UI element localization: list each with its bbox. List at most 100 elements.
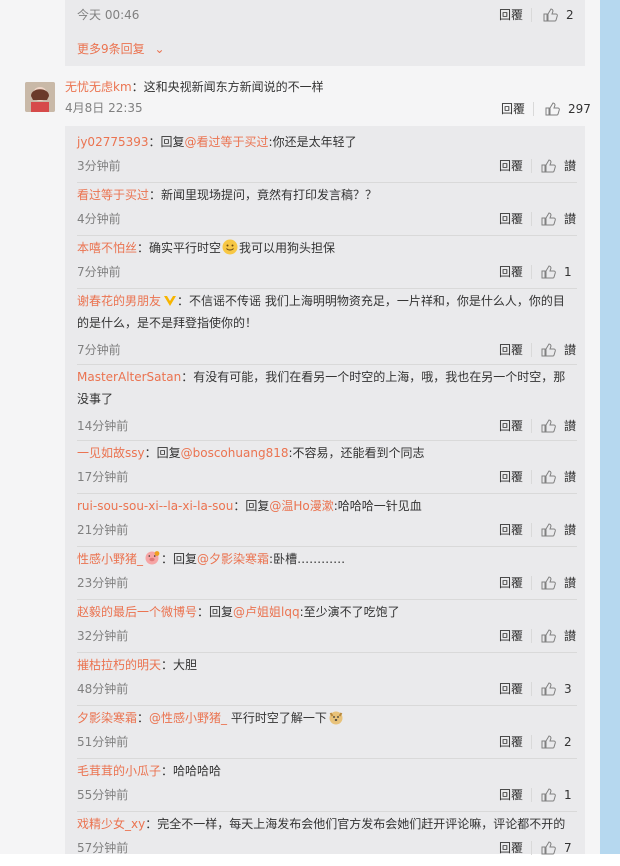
reply-body-rest: :不容易，还能看到个同志 [288,446,425,460]
reply-body-rest: :至少演不了吃饱了 [299,605,400,619]
thumbs-up-icon [545,102,560,116]
divider [531,682,532,696]
mention-link[interactable]: @性感小野猪_ [149,711,227,725]
like-button[interactable]: 2 [541,734,572,750]
like-button[interactable]: 讃 [541,211,576,227]
like-button[interactable]: 3 [541,681,572,697]
reply-body-rest: :你还是太年轻了 [268,135,357,149]
row-separator [77,705,577,706]
reply-username[interactable]: 摧枯拉朽的明天 [77,658,161,672]
thumbs-up-icon [541,576,556,590]
divider [531,841,532,855]
mention-link[interactable]: @卢姐姐lqq [233,605,300,619]
more-replies-label: 更多9条回复 [77,42,145,56]
reply-item: MasterAlterSatan：有没有可能，我们在看另一个时空的上海，哦，我也… [77,366,577,442]
reply-time: 14分钟前 [77,419,129,433]
like-button[interactable]: 讃 [541,158,576,174]
mention-link[interactable]: @温Ho漫漱 [269,499,333,513]
reply-username[interactable]: 本嘻不怕丝 [77,241,137,255]
reply-item: 戏精少女_xy：完全不一样，每天上海发布会他们官方发布会她们赶开评论嘛，评论都不… [77,813,577,866]
comment-username[interactable]: 无忧无虑km [65,80,132,94]
like-button[interactable]: 2 [543,7,574,23]
reply-item: 性感小野猪_ ：回复@夕影染寒霜:卧槽………… 23分钟前 回覆 讃 [77,548,577,601]
divider [531,419,532,433]
thumbs-up-icon [541,788,556,802]
like-button[interactable]: 讃 [541,342,576,358]
like-button[interactable]: 讃 [541,522,576,538]
mention-link[interactable]: @看过等于买过 [185,135,269,149]
reply-item: 本嘻不怕丝：确实平行时空 我可以用狗头担保 7分钟前 回覆 1 [77,237,577,290]
reply-text: rui-sou-sou-xi--la-xi-la-sou：回复@温Ho漫漱:哈哈… [77,495,422,517]
reply-username[interactable]: MasterAlterSatan [77,370,181,384]
thumbs-up-icon [541,735,556,749]
reply-text: 毛茸茸的小瓜子：哈哈哈哈 [77,760,221,782]
reply-body: ：哈哈哈哈 [161,764,222,778]
thumbs-up-icon [541,265,556,279]
reply-body: ： [137,711,150,725]
reply-body-rest: :卧槽………… [269,552,346,566]
reply-username[interactable]: rui-sou-sou-xi--la-xi-la-sou [77,499,233,513]
reply-text: 赵毅的最后一个微博号：回复@卢姐姐lqq:至少演不了吃饱了 [77,601,400,623]
main-comment-text: 无忧无虑km：这和央视新闻东方新闻说的不一样 [65,76,324,98]
reply-button[interactable]: 回覆 [499,158,523,174]
reply-button[interactable]: 回覆 [499,681,523,697]
reply-time: 7分钟前 [77,265,121,279]
reply-time: 48分钟前 [77,682,129,696]
reply-username[interactable]: 性感小野猪_ [77,552,143,566]
row-separator [77,758,577,759]
reply-username[interactable]: 戏精少女_xy [77,817,145,831]
divider [531,159,532,173]
like-button[interactable]: 297 [545,101,591,117]
reply-button[interactable]: 回覆 [499,787,523,803]
reply-text: 夕影染寒霜：@性感小野猪_ 平行时空了解一下 [77,707,345,729]
reply-time: 51分钟前 [77,735,129,749]
divider [531,576,532,590]
like-button[interactable]: 1 [541,264,572,280]
like-button[interactable]: 讃 [541,628,576,644]
reply-username[interactable]: jy02775393 [77,135,149,149]
reply-username[interactable]: 赵毅的最后一个微博号 [77,605,197,619]
row-separator [77,599,577,600]
reply-item: 看过等于买过：新闻里现场提问，竟然有打印发言稿？？ 4分钟前 回覆 讃 [77,184,577,237]
reply-username[interactable]: 看过等于买过 [77,188,149,202]
like-button[interactable]: 讃 [541,575,576,591]
reply-item: 摧枯拉朽的明天：大胆 48分钟前 回覆 3 [77,654,577,707]
reply-username[interactable]: 一见如故ssy [77,446,145,460]
more-replies-link[interactable]: 更多9条回复 ⌄ [77,40,165,57]
reply-text: 本嘻不怕丝：确实平行时空 我可以用狗头担保 [77,237,335,259]
reply-button[interactable]: 回覆 [499,211,523,227]
side-scroll-strip[interactable] [600,0,620,854]
reply-button[interactable]: 回覆 [499,628,523,644]
row-separator [77,440,577,441]
thumbs-up-icon [541,159,556,173]
like-button[interactable]: 1 [541,787,572,803]
reply-username[interactable]: 毛茸茸的小瓜子 [77,764,161,778]
mention-link[interactable]: @夕影染寒霜 [197,552,269,566]
reply-button[interactable]: 回覆 [499,418,523,434]
reply-username[interactable]: 谢春花的男朋友 [77,294,161,308]
reply-button[interactable]: 回覆 [499,575,523,591]
reply-body-rest: 平行时空了解一下 [227,711,327,725]
reply-button[interactable]: 回覆 [499,342,523,358]
avatar[interactable] [25,82,55,112]
reply-button[interactable]: 回覆 [499,522,523,538]
mention-link[interactable]: @boscohuang818 [181,446,289,460]
reply-button[interactable]: 回覆 [501,101,525,117]
smile-emoji-icon [222,239,238,255]
thumbs-up-icon [541,470,556,484]
like-count: 2 [566,8,574,22]
chevron-down-icon: ⌄ [154,42,165,56]
like-button[interactable]: 讃 [541,418,576,434]
reply-button[interactable]: 回覆 [499,7,523,23]
divider [531,629,532,643]
like-count: 3 [564,682,572,696]
reply-time: 4分钟前 [77,212,121,226]
like-button[interactable]: 讃 [541,469,576,485]
reply-body-rest: :哈哈哈一针见血 [333,499,422,513]
thumbs-up-icon [543,8,558,22]
reply-button[interactable]: 回覆 [499,734,523,750]
reply-button[interactable]: 回覆 [499,469,523,485]
reply-body: ：回复 [144,446,181,460]
reply-username[interactable]: 夕影染寒霜 [77,711,137,725]
reply-button[interactable]: 回覆 [499,264,523,280]
